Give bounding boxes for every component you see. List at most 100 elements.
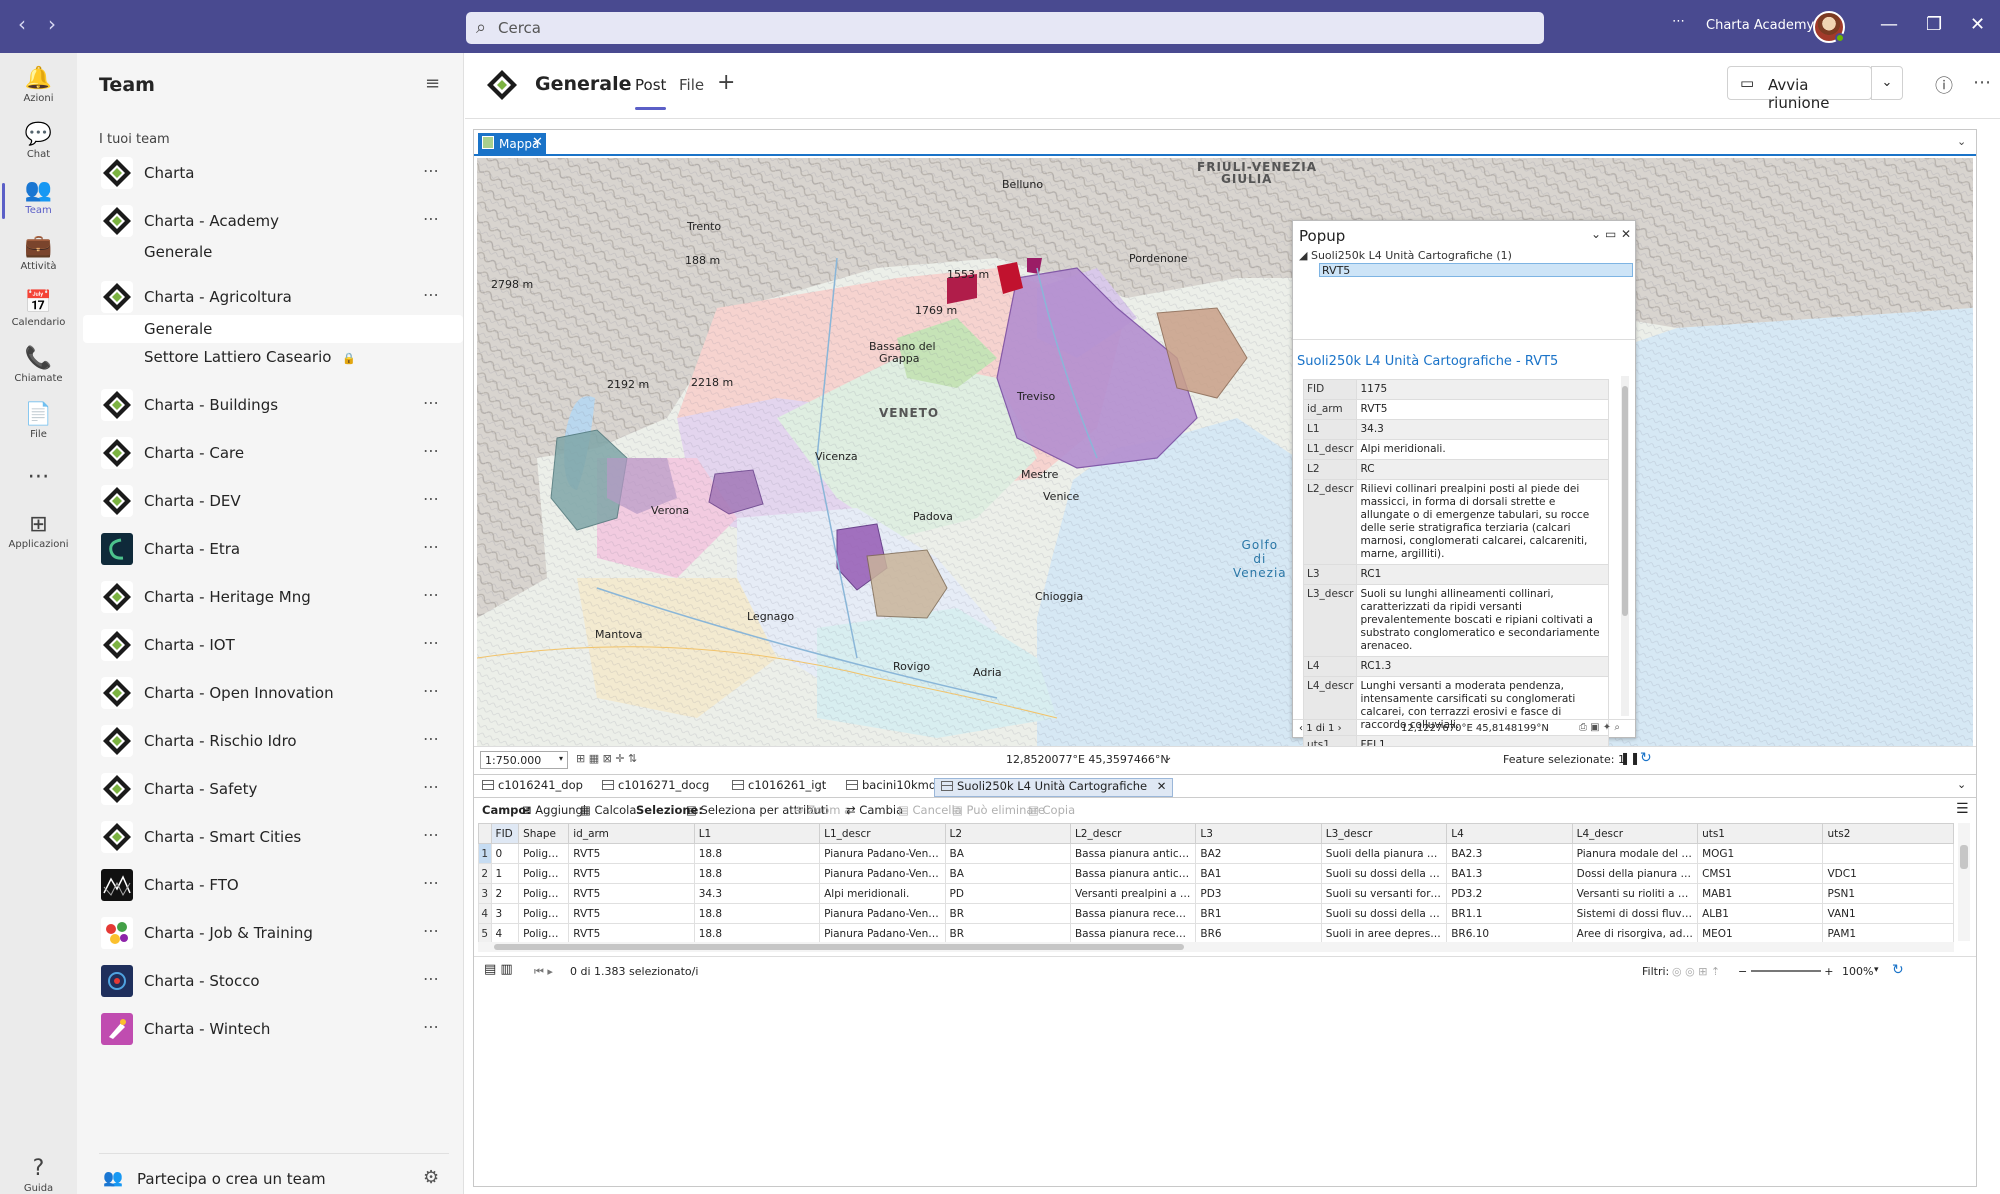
rail-item-attività[interactable]: 💼 Attività [0,235,77,273]
column-header[interactable]: L1 [693,823,821,844]
map-view[interactable]: Belluno Trento 188 m 2798 m Pordenone 1553 m 1… [477,158,1973,746]
features-selected[interactable]: Feature selezionate: 1 [1503,753,1625,766]
popup-pager[interactable]: ‹ 1 di 1 › [1299,723,1342,734]
more-icon[interactable]: ⋯ [423,585,439,604]
column-header[interactable]: L2_descr [1069,823,1197,844]
row-number[interactable]: 3 [478,883,492,904]
add-field-button[interactable]: ⊞ Aggiungi [522,803,586,817]
rail-item-calendario[interactable]: 📅 Calendario [0,291,77,329]
table-vertical-scrollbar[interactable] [1958,823,1970,941]
chevron-down-icon[interactable]: ⌄ [1164,752,1172,763]
chevron-down-icon[interactable]: ⌄ [1957,778,1966,791]
more-icon[interactable]: ⋯ [1973,72,1991,93]
close-icon[interactable]: ✕ [1970,14,1985,35]
channel-item[interactable]: Generale [144,243,212,261]
maximize-icon[interactable]: ❐ [1926,14,1942,35]
more-icon[interactable]: ⋯ [423,873,439,892]
rail-item-chat[interactable]: 💬 Chat [0,123,77,161]
chevron-down-icon[interactable]: ⌄ [1591,227,1601,241]
info-icon[interactable]: ⓘ [1935,72,1953,98]
row-number[interactable]: 1 [478,843,492,864]
team-charta-buildings[interactable]: Charta - Buildings ⋯ [101,389,451,421]
team-charta-iot[interactable]: Charta - IOT ⋯ [101,629,451,661]
team-charta-care[interactable]: Charta - Care ⋯ [101,437,451,469]
table-row[interactable]: 3 2 Poligono RVT5 34.3 Alpi meridionali. PD Ver… [478,883,1954,904]
table-row[interactable]: 5 4 Poligono RVT5 18.8 Pianura Padano-Veneta.… [478,923,1954,944]
more-icon[interactable]: ⋯ [423,161,439,180]
more-icon[interactable]: ⋯ [423,681,439,700]
channel-item[interactable]: Settore Lattiero Caseario 🔒 [144,348,356,366]
tab-mappa[interactable]: Mappa ✕ [478,133,546,155]
channel-item[interactable]: Generale [144,320,212,338]
close-tab-icon[interactable]: ✕ [532,135,543,150]
more-icon[interactable]: ⋯ [423,825,439,844]
more-icon[interactable]: ⋯ [423,777,439,796]
more-icon[interactable]: ⋯ [423,441,439,460]
column-header[interactable]: L1_descr [819,823,946,844]
team-charta-rischio-idro[interactable]: Charta - Rischio Idro ⋯ [101,725,451,757]
popup-tree-child[interactable]: RVT5 [1319,263,1633,277]
column-header[interactable]: uts2 [1822,823,1954,844]
refresh-icon[interactable]: ↻ [1640,750,1652,766]
add-tab-button[interactable]: + [717,70,735,95]
team-charta-heritage-mng[interactable]: Charta - Heritage Mng ⋯ [101,581,451,613]
column-header[interactable]: L3 [1195,823,1322,844]
team-charta-open-innovation[interactable]: Charta - Open Innovation ⋯ [101,677,451,709]
switch-button[interactable]: ⇄ Cambia [846,803,903,817]
more-icon[interactable]: ⋯ [423,489,439,508]
more-icon[interactable]: ⋯ [423,537,439,556]
team-charta-dev[interactable]: Charta - DEV ⋯ [101,485,451,517]
team-charta-smart-cities[interactable]: Charta - Smart Cities ⋯ [101,821,451,853]
table-tab[interactable]: c1016271_docg [602,778,709,797]
more-icon[interactable]: ⋯ [423,393,439,412]
pager-icon[interactable]: ⏮ ▸ [534,965,553,979]
popup-scrollbar[interactable] [1621,376,1629,716]
scale-select[interactable]: 1:750.000 ▾ [480,751,568,769]
more-options-icon[interactable]: ⋯ [1672,14,1685,29]
gear-icon[interactable]: ⚙ [423,1167,439,1188]
more-icon[interactable]: ⋯ [423,969,439,988]
join-team-link[interactable]: Partecipa o crea un team [137,1170,326,1188]
rail-item-chiamate[interactable]: 📞 Chiamate [0,347,77,385]
rail-item-team[interactable]: 👥 Team [0,179,77,219]
team-charta-stocco[interactable]: Charta - Stocco ⋯ [101,965,451,997]
forward-icon[interactable]: › [48,12,56,36]
team-charta-agricoltura[interactable]: Charta - Agricoltura ⋯ [101,281,451,313]
chevron-down-icon[interactable]: ⌄ [1957,135,1966,148]
table-row[interactable]: 4 3 Poligono RVT5 18.8 Pianura Padano-Veneta.… [478,903,1954,924]
rail-item-azioni[interactable]: 🔔 Azioni [0,67,77,105]
tab-file[interactable]: File [679,76,704,94]
column-header[interactable]: uts1 [1697,823,1824,844]
filter-icon[interactable]: ◎ ◎ ⊞ ⇡ [1672,965,1720,978]
team-charta-wintech[interactable]: Charta - Wintech ⋯ [101,1013,451,1045]
team-charta-safety[interactable]: Charta - Safety ⋯ [101,773,451,805]
column-header[interactable]: L4_descr [1571,823,1699,844]
back-icon[interactable]: ‹ [18,12,26,36]
more-icon[interactable]: ⋯ [423,1017,439,1036]
more-icon[interactable]: ⋯ [423,209,439,228]
close-icon[interactable]: ✕ [1621,227,1631,241]
popup-tools-icon[interactable]: ⎙ ▣ ✦ ⌕ [1579,722,1620,733]
refresh-icon[interactable]: ↻ [1892,962,1904,978]
zoom-to-button[interactable]: ⊕ Zoom a [794,803,851,817]
more-icon[interactable]: ⋯ [423,633,439,652]
zoom-level[interactable]: 100% [1842,965,1873,978]
attribute-table[interactable]: FID Shape id_arm L1 L1_descr L2 L2_descr L3 L3_d… [478,823,1954,944]
more-icon[interactable]: ⋯ [423,921,439,940]
map-tools-icon[interactable]: ⊞ ▦ ⊠ ✛ ⇅ [576,752,637,765]
table-row[interactable]: 2 1 Poligono RVT5 18.8 Pianura Padano-Veneta.… [478,863,1954,884]
team-charta-etra[interactable]: Charta - Etra ⋯ [101,533,451,565]
rail-item-applicazioni[interactable]: ⊞ Applicazioni [0,513,77,551]
table-row[interactable]: 1 0 Poligono RVT5 18.8 Pianura Padano-Veneta.… [478,843,1954,864]
team-charta-job-training[interactable]: Charta - Job & Training ⋯ [101,917,451,949]
filter-icon[interactable]: ≡ [425,73,440,94]
column-header[interactable]: L3_descr [1320,823,1448,844]
more-icon[interactable]: ⋯ [423,729,439,748]
table-view-icon[interactable]: ▤ ▥ [484,962,513,977]
more-icon[interactable]: ⋯ [423,285,439,304]
menu-icon[interactable]: ☰ [1956,801,1969,817]
rail-item-guida[interactable]: ? Guida [0,1157,77,1194]
column-header[interactable]: L2 [944,823,1071,844]
close-tab-icon[interactable]: ✕ [1157,779,1167,793]
rail-item-file[interactable]: 📄 File [0,403,77,441]
